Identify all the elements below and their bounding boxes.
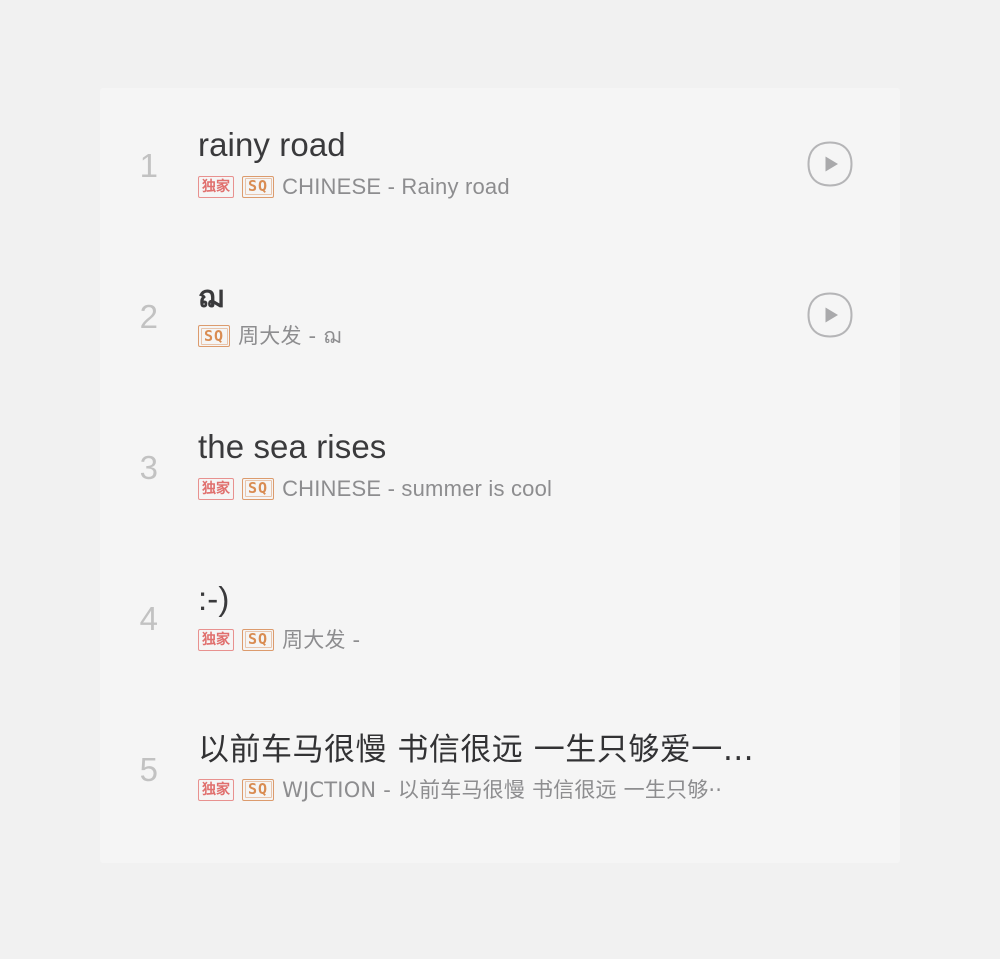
play-button-placeholder — [802, 589, 858, 645]
row-subtitle-text: CHINESE - summer is cool — [282, 476, 553, 502]
row-title: rainy road — [198, 126, 346, 164]
row-index: 3 — [139, 449, 159, 486]
results-card: 1 rainy road 独家 SQ CHINESE - Rainy road … — [100, 88, 900, 863]
row-body: :-) 独家 SQ 周大发 - — [198, 580, 802, 653]
badge-sq: SQ — [242, 778, 275, 801]
row-subtitle: 独家 SQ WJCTION - 以前车马很慢 书信很远 一生只够·· — [198, 777, 786, 803]
result-row[interactable]: 4 :-) 独家 SQ 周大发 - — [100, 541, 900, 692]
badge-sq: SQ — [242, 628, 275, 651]
row-title: ฌ — [198, 279, 224, 315]
row-subtitle: 独家 SQ CHINESE - summer is cool — [198, 475, 786, 503]
badge-exclusive: 独家 — [198, 628, 234, 651]
result-row[interactable]: 3 the sea rises 独家 SQ CHINESE - summer i… — [100, 390, 900, 541]
row-body: rainy road 独家 SQ CHINESE - Rainy road — [198, 126, 802, 200]
badge-exclusive: 独家 — [198, 778, 234, 801]
row-subtitle-text: CHINESE - Rainy road — [282, 174, 510, 200]
play-button-placeholder — [802, 438, 858, 494]
play-button-placeholder — [802, 740, 858, 796]
result-row[interactable]: 2 ฌ SQ 周大发 - ฌ — [100, 239, 900, 390]
row-title: the sea rises — [198, 428, 387, 466]
badge-sq: SQ — [242, 175, 275, 198]
app-root: 1 rainy road 独家 SQ CHINESE - Rainy road … — [0, 0, 1000, 959]
row-index: 2 — [139, 298, 159, 335]
row-subtitle-text: WJCTION - 以前车马很慢 书信很远 一生只够·· — [282, 777, 723, 802]
row-index: 4 — [139, 600, 159, 637]
play-button[interactable] — [802, 287, 858, 343]
play-icon — [807, 140, 853, 187]
play-icon — [807, 291, 853, 338]
row-subtitle-text: 周大发 - ฌ — [238, 324, 342, 349]
result-row[interactable]: 5 以前车马很慢 书信很远 一生只够爱一… 独家 SQ WJCTION - 以前… — [100, 692, 900, 843]
row-subtitle: 独家 SQ CHINESE - Rainy road — [198, 173, 786, 201]
row-title: 以前车马很慢 书信很远 一生只够爱一… — [198, 732, 755, 769]
row-body: 以前车马很慢 书信很远 一生只够爱一… 独家 SQ WJCTION - 以前车马… — [198, 732, 802, 803]
row-body: the sea rises 独家 SQ CHINESE - summer is … — [198, 428, 802, 502]
row-subtitle-text: 周大发 - — [282, 627, 361, 652]
badge-exclusive: 独家 — [198, 175, 234, 198]
badge-sq: SQ — [198, 325, 231, 348]
row-subtitle: 独家 SQ 周大发 - — [198, 627, 786, 653]
row-index: 5 — [139, 751, 159, 788]
row-title: :-) — [198, 579, 230, 617]
badge-exclusive: 独家 — [198, 477, 234, 500]
row-index: 1 — [139, 147, 159, 184]
badge-sq: SQ — [242, 477, 275, 500]
row-body: ฌ SQ 周大发 - ฌ — [198, 280, 802, 350]
result-row[interactable]: 1 rainy road 独家 SQ CHINESE - Rainy road — [100, 88, 900, 239]
row-subtitle: SQ 周大发 - ฌ — [198, 323, 786, 349]
play-button[interactable] — [802, 136, 858, 192]
